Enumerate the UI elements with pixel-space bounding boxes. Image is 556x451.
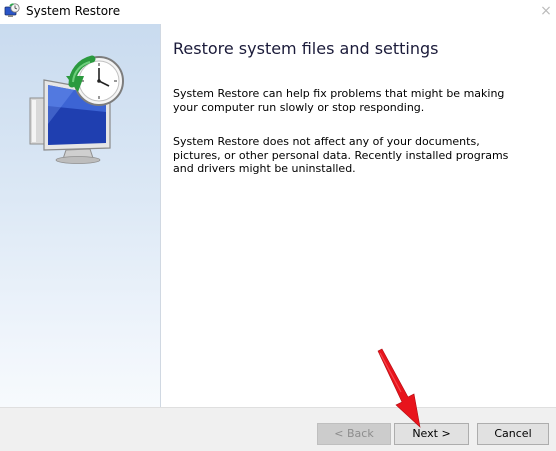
- description-paragraph-1: System Restore can help fix problems tha…: [173, 87, 505, 114]
- side-panel: [0, 24, 161, 407]
- back-button[interactable]: < Back: [317, 423, 391, 445]
- window-title: System Restore: [26, 4, 121, 18]
- title-bar[interactable]: System Restore ×: [0, 0, 556, 24]
- cancel-button[interactable]: Cancel: [477, 423, 549, 445]
- page-title: Restore system files and settings: [173, 39, 439, 58]
- description-paragraph-2: System Restore does not affect any of yo…: [173, 135, 509, 175]
- close-button[interactable]: ×: [536, 0, 556, 24]
- button-bar: < Back Next > Cancel: [0, 407, 556, 451]
- system-restore-window: System Restore × Restore system files an…: [0, 0, 556, 451]
- system-restore-icon: [4, 3, 20, 17]
- next-button[interactable]: Next >: [394, 423, 469, 445]
- computer-clock-restore-icon: [29, 55, 124, 164]
